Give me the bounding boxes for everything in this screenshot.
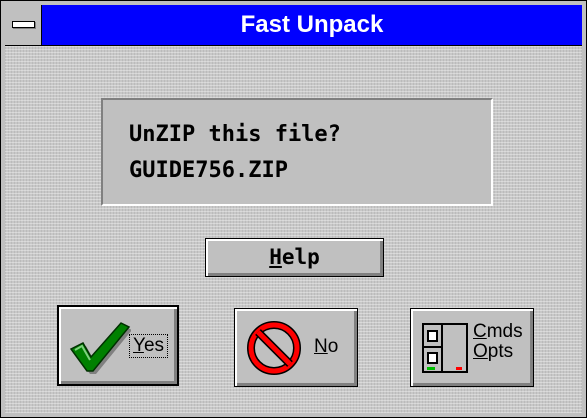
yes-button-label: Yes bbox=[128, 334, 169, 358]
help-button-label: Help bbox=[269, 245, 320, 269]
system-menu-icon bbox=[12, 21, 35, 28]
checkmark-icon bbox=[69, 322, 131, 374]
cmds-opts-button-label: Cmds Opts bbox=[473, 321, 523, 362]
yes-button[interactable]: Yes bbox=[57, 305, 179, 386]
window-title: Fast Unpack bbox=[240, 11, 384, 38]
no-button[interactable]: No bbox=[234, 308, 358, 387]
prompt-text: UnZIP this file? bbox=[129, 122, 341, 147]
file-name: GUIDE756.ZIP bbox=[129, 158, 288, 183]
cmds-opts-button[interactable]: Cmds Opts bbox=[410, 308, 534, 387]
title-bar: Fast Unpack bbox=[5, 5, 582, 46]
fast-unpack-dialog: Fast Unpack UnZIP this file? GUIDE756.ZI… bbox=[0, 0, 587, 418]
system-menu-button[interactable] bbox=[5, 5, 42, 45]
no-button-label: No bbox=[314, 336, 339, 357]
commands-options-icon bbox=[422, 323, 468, 373]
dialog-body: UnZIP this file? GUIDE756.ZIP Help Yes N… bbox=[5, 46, 582, 413]
help-button[interactable]: Help bbox=[205, 238, 384, 277]
no-entry-icon bbox=[247, 321, 301, 375]
message-panel: UnZIP this file? GUIDE756.ZIP bbox=[101, 98, 493, 206]
